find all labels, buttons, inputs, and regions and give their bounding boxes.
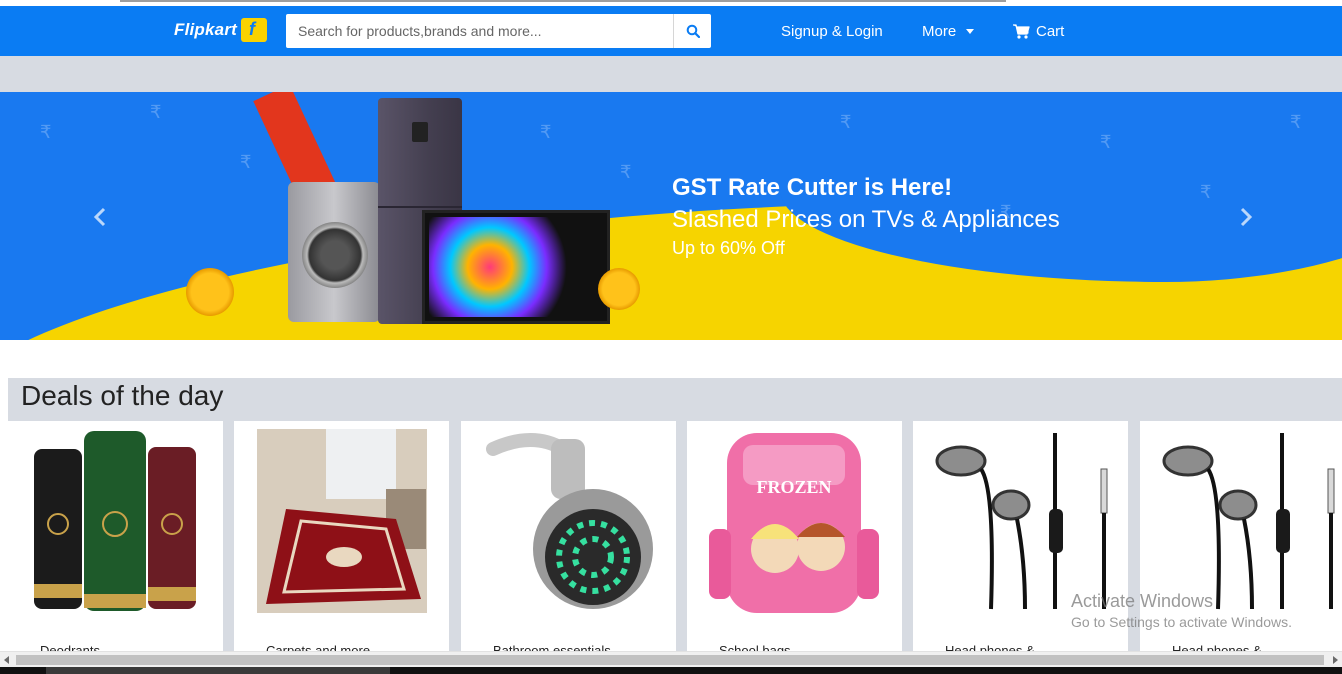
logo-text: Flipkart xyxy=(174,20,238,39)
more-label: More xyxy=(922,23,957,40)
watermark-line2: Go to Settings to activate Windows. xyxy=(1071,614,1292,630)
os-taskbar-edge xyxy=(0,667,1342,674)
school-bag-product-image: FROZEN xyxy=(709,433,879,613)
watermark-line1: Activate Windows xyxy=(1071,591,1214,611)
search-button[interactable] xyxy=(673,14,711,48)
section-title: Deals of the day xyxy=(21,380,224,411)
header-spacer xyxy=(0,56,1342,92)
banner-title: GST Rate Cutter is Here! xyxy=(672,174,953,201)
caret-down-icon xyxy=(966,29,975,34)
search-bar xyxy=(286,14,711,48)
earphones-product-image xyxy=(1162,433,1335,610)
flipkart-logo[interactable]: Flipkart xyxy=(174,18,268,42)
cart-icon xyxy=(1013,24,1030,39)
cart-label: Cart xyxy=(1036,23,1065,40)
svg-text:FROZEN: FROZEN xyxy=(756,477,831,497)
activate-windows-watermark: Activate Windows Go to Settings to activ… xyxy=(1071,591,1292,630)
scrollbar-thumb[interactable] xyxy=(16,655,1324,665)
deal-card[interactable]: Bathroom essentials xyxy=(461,421,676,661)
horizontal-scrollbar[interactable] xyxy=(0,651,1342,667)
earphones-product-image xyxy=(935,433,1108,610)
chevron-right-icon[interactable] xyxy=(1238,206,1254,228)
scroll-left-arrow-icon[interactable] xyxy=(4,656,9,664)
page: Flipkart Signup & Login More xyxy=(0,0,1342,674)
search-icon xyxy=(686,24,700,38)
rupee-coin-icon xyxy=(598,268,640,310)
deal-card[interactable]: Deodrants xyxy=(8,421,223,661)
scroll-right-arrow-icon[interactable] xyxy=(1333,656,1338,664)
flipkart-bag-icon xyxy=(241,18,268,42)
promo-banner-carousel[interactable]: ₹ ₹ ₹ ₹ ₹ ₹ ₹ ₹ ₹ ₹ GST Rate Cutter is H… xyxy=(0,92,1342,340)
banner-text: GST Rate Cutter is Here! Slashed Prices … xyxy=(672,174,1060,259)
header-bar: Flipkart Signup & Login More xyxy=(0,6,1342,56)
search-input[interactable] xyxy=(286,14,673,48)
carpet-product-image xyxy=(257,429,427,613)
signup-login-link[interactable]: Signup & Login xyxy=(781,23,883,40)
chevron-left-icon[interactable] xyxy=(92,206,108,228)
more-dropdown[interactable]: More xyxy=(922,23,975,40)
television-image xyxy=(422,210,610,324)
signup-login-label: Signup & Login xyxy=(781,23,883,40)
banner-offer: Up to 60% Off xyxy=(672,238,785,258)
banner-subtitle: Slashed Prices on TVs & Appliances xyxy=(672,206,1060,233)
deal-card[interactable]: Carpets and more xyxy=(234,421,449,661)
deal-card[interactable]: FROZEN School bags xyxy=(687,421,902,661)
rupee-coin-icon xyxy=(186,268,234,316)
cart-link[interactable]: Cart xyxy=(1013,23,1064,40)
washing-machine-image xyxy=(288,182,380,322)
deodorant-product-image xyxy=(34,431,196,611)
shower-head-product-image xyxy=(486,433,653,609)
